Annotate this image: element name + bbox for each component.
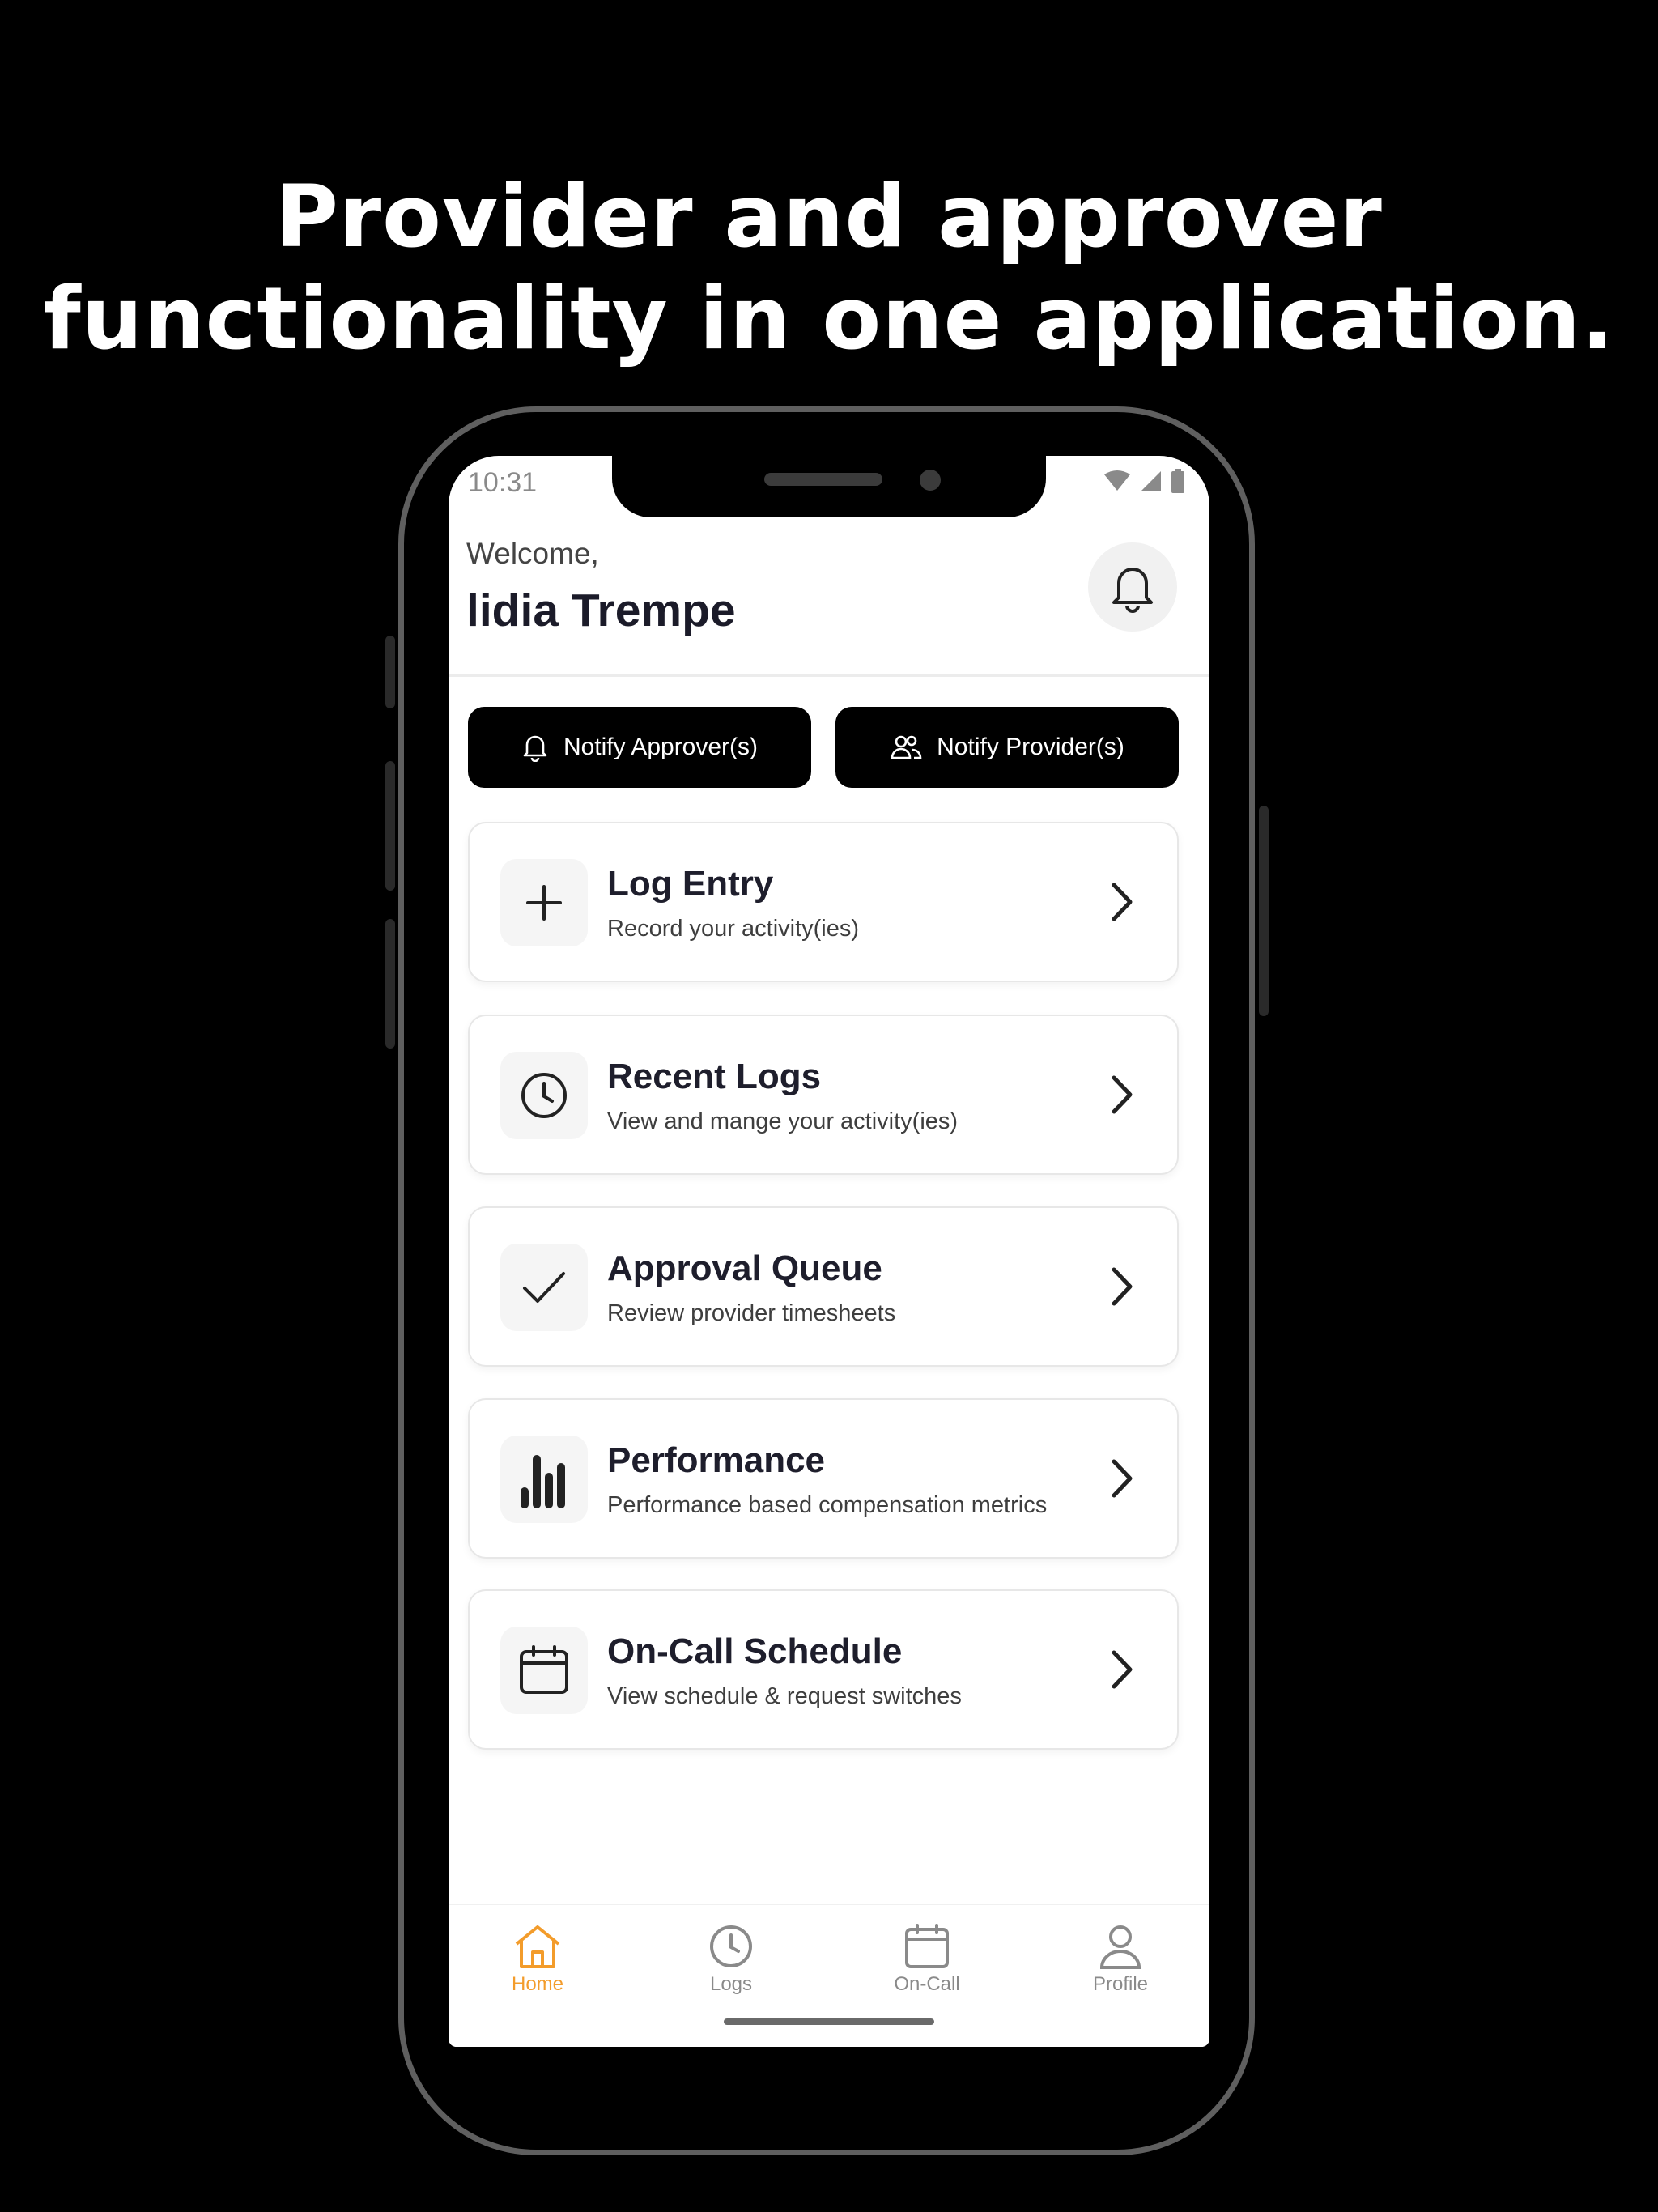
phone-side-button-volume-up [385, 761, 395, 891]
tab-home[interactable]: Home [485, 1923, 590, 1996]
notify-approvers-button[interactable]: Notify Approver(s) [468, 707, 811, 788]
card-subtitle: Review provider timesheets [607, 1300, 896, 1326]
menu-card-on-call-schedule[interactable]: On-Call Schedule View schedule & request… [468, 1589, 1179, 1750]
tab-on-call[interactable]: On-Call [874, 1923, 980, 1996]
headline-line-1: Provider and approver [275, 167, 1383, 266]
user-icon [1099, 1925, 1141, 1969]
phone-side-button-silent [385, 636, 395, 708]
tab-logs-label: Logs [709, 1973, 753, 1995]
card-icon-box [500, 1244, 588, 1331]
card-icon-box [500, 859, 588, 946]
phone-camera [920, 470, 941, 491]
bottom-tab-bar: Home Logs On-Call Profile [449, 1904, 1209, 2047]
card-subtitle: View and mange your activity(ies) [607, 1108, 959, 1134]
bell-icon [523, 735, 547, 762]
phone-speaker [764, 473, 882, 486]
phone-notch [612, 456, 1046, 517]
headline: Provider and approver functionality in o… [0, 166, 1658, 370]
card-subtitle: Performance based compensation metrics [607, 1492, 1048, 1518]
notifications-button[interactable] [1088, 542, 1177, 632]
card-title: Approval Queue [607, 1249, 882, 1288]
phone-side-button-volume-down [385, 919, 395, 1049]
card-title: Performance [607, 1440, 826, 1480]
clock-icon [710, 1925, 752, 1967]
chevron-right-icon [1112, 883, 1133, 921]
chevron-right-icon [1112, 1075, 1133, 1114]
card-subtitle: Record your activity(ies) [607, 916, 860, 942]
users-icon [891, 735, 922, 759]
headline-line-2: functionality in one application. [43, 269, 1615, 368]
clock-icon [521, 1073, 567, 1118]
home-indicator [724, 2018, 934, 2025]
calendar-icon [520, 1645, 568, 1694]
battery-icon [1171, 469, 1184, 493]
menu-card-recent-logs[interactable]: Recent Logs View and mange your activity… [468, 1015, 1179, 1175]
bell-icon [1112, 568, 1153, 613]
user-name: lidia Trempe [466, 585, 736, 636]
menu-card-performance[interactable]: Performance Performance based compensati… [468, 1398, 1179, 1559]
card-title: Log Entry [607, 864, 774, 904]
home-icon [515, 1925, 560, 1968]
tab-home-label: Home [511, 1973, 564, 1995]
card-icon-box [500, 1052, 588, 1139]
welcome-text: Welcome, [466, 537, 599, 570]
wifi-icon [1104, 470, 1130, 491]
signal-icon [1141, 471, 1161, 491]
notify-providers-label: Notify Provider(s) [937, 734, 1124, 760]
card-icon-box [500, 1436, 588, 1523]
tab-on-call-label: On-Call [894, 1973, 960, 1995]
card-title: Recent Logs [607, 1057, 822, 1096]
chevron-right-icon [1112, 1459, 1133, 1498]
plus-icon [526, 885, 562, 921]
chevron-right-icon [1112, 1650, 1133, 1689]
chevron-right-icon [1112, 1267, 1133, 1306]
card-title: On-Call Schedule [607, 1631, 903, 1671]
menu-card-approval-queue[interactable]: Approval Queue Review provider timesheet… [468, 1206, 1179, 1367]
menu-card-log-entry[interactable]: Log Entry Record your activity(ies) [468, 822, 1179, 982]
card-icon-box [500, 1627, 588, 1714]
card-subtitle: View schedule & request switches [607, 1683, 962, 1709]
notify-providers-button[interactable]: Notify Provider(s) [835, 707, 1179, 788]
tab-profile[interactable]: Profile [1068, 1923, 1173, 1996]
tab-logs[interactable]: Logs [678, 1923, 784, 1996]
header-divider [449, 674, 1209, 677]
status-icons [1103, 469, 1185, 493]
status-time: 10:31 [468, 467, 538, 498]
tab-profile-label: Profile [1092, 1973, 1149, 1995]
phone-side-button-power [1259, 806, 1269, 1016]
bar-chart-icon [521, 1455, 565, 1508]
calendar-icon [905, 1924, 949, 1968]
phone-screen: 10:31 Welcome, lidia Trempe Notify Appro… [449, 456, 1209, 2047]
check-icon [523, 1272, 565, 1303]
notify-approvers-label: Notify Approver(s) [563, 734, 759, 760]
